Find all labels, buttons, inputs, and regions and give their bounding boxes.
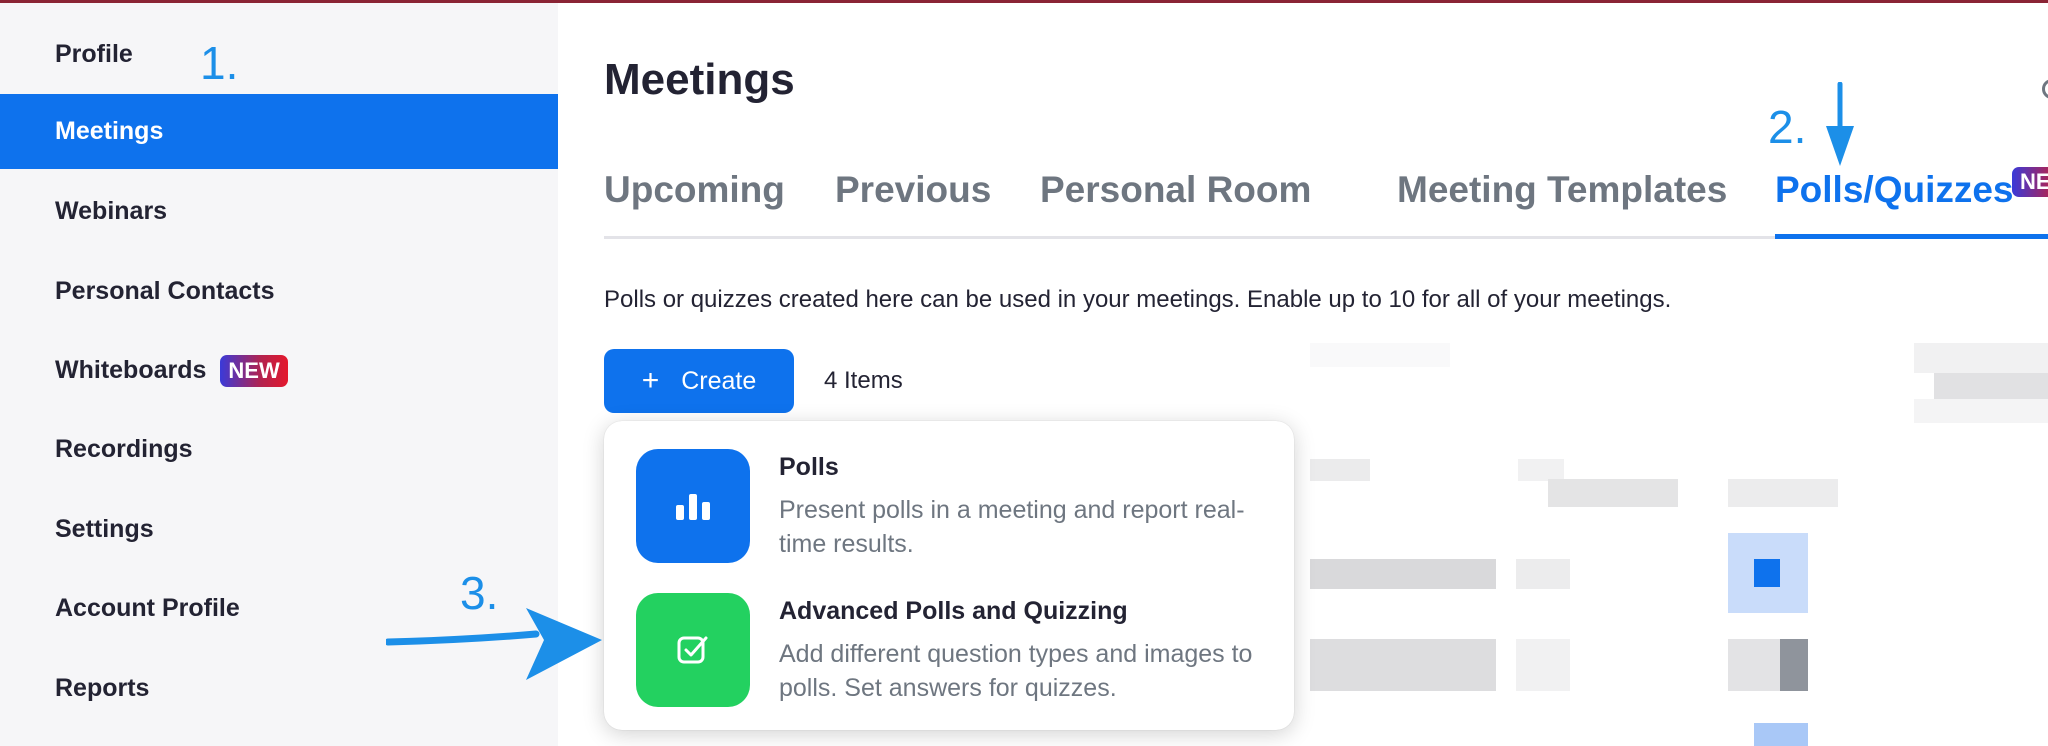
option-description: Present polls in a meeting and report re… — [779, 496, 1245, 558]
plus-icon: + — [641, 364, 660, 397]
tab-previous[interactable]: Previous — [835, 169, 991, 211]
arrow-right-icon — [386, 608, 602, 680]
create-label: Create — [681, 366, 757, 395]
sidebar-item-personal-contacts[interactable]: Personal Contacts — [0, 254, 558, 329]
active-tab-indicator — [1775, 234, 2048, 239]
description-text: Polls or quizzes created here can be use… — [604, 286, 1672, 313]
sidebar-item-meetings[interactable]: Meetings — [0, 94, 558, 169]
sidebar-item-label: Account Profile — [55, 594, 240, 622]
search-icon[interactable] — [2042, 79, 2048, 99]
sidebar-item-label: Profile — [55, 40, 133, 68]
sidebar-item-label: Settings — [55, 515, 154, 543]
sidebar-item-label: Meetings — [55, 117, 164, 145]
tab-personal-room[interactable]: Personal Room — [1040, 169, 1311, 211]
bar-chart-icon — [636, 449, 750, 563]
sidebar-item-label: Personal Contacts — [55, 277, 275, 305]
checkbox-icon — [636, 593, 750, 707]
arrow-down-icon — [1826, 82, 1854, 166]
create-dropdown-menu: Polls Present polls in a meeting and rep… — [604, 421, 1294, 730]
annotation-step-1: 1. — [200, 37, 239, 89]
menu-option-advanced-polls[interactable]: Advanced Polls and Quizzing Add differen… — [636, 593, 1276, 709]
annotation-step-2: 2. — [1768, 101, 1807, 153]
sidebar-item-whiteboards[interactable]: Whiteboards NEW — [0, 333, 558, 408]
sidebar-item-label: Reports — [55, 674, 150, 702]
create-button[interactable]: + Create — [604, 349, 794, 413]
sidebar-item-label: Webinars — [55, 197, 168, 225]
tab-meeting-templates[interactable]: Meeting Templates — [1397, 169, 1727, 211]
items-count: 4 Items — [824, 367, 903, 394]
tab-polls-quizzes[interactable]: Polls/Quizzes — [1775, 169, 2014, 211]
sidebar-item-webinars[interactable]: Webinars — [0, 174, 558, 249]
tab-bar: Upcoming Previous Personal Room Meeting … — [604, 163, 2048, 239]
menu-option-polls[interactable]: Polls Present polls in a meeting and rep… — [636, 449, 1276, 565]
new-badge: NEW — [2012, 167, 2048, 197]
page-title: Meetings — [604, 55, 795, 104]
sidebar-item-label: Recordings — [55, 435, 193, 463]
sidebar-item-label: Whiteboards — [55, 356, 207, 384]
tab-upcoming[interactable]: Upcoming — [604, 169, 785, 211]
sidebar-item-settings[interactable]: Settings — [0, 492, 558, 567]
option-description: Add different question types and images … — [779, 640, 1253, 702]
sidebar-item-recordings[interactable]: Recordings — [0, 412, 558, 487]
sidebar-item-profile[interactable]: Profile — [0, 17, 558, 92]
option-title: Polls — [779, 453, 839, 481]
option-title: Advanced Polls and Quizzing — [779, 597, 1128, 625]
new-badge: NEW — [220, 354, 288, 387]
